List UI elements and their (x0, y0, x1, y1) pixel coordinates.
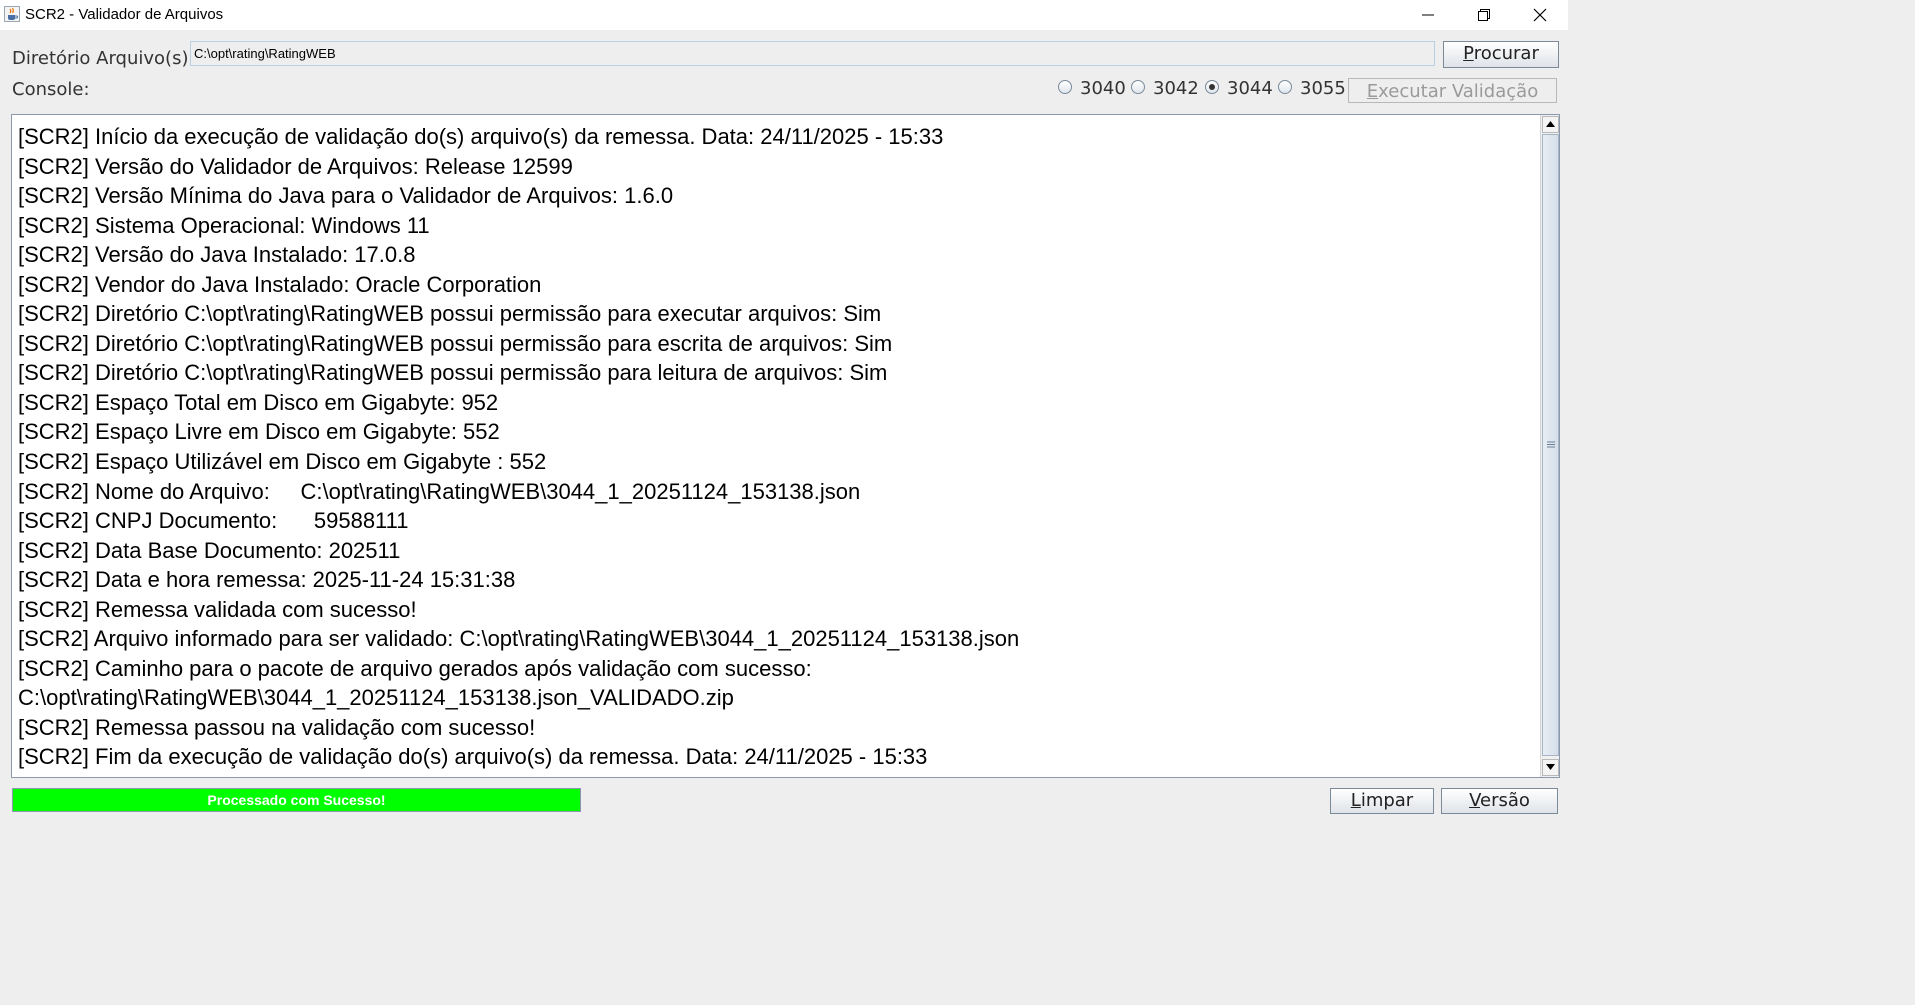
java-cup-icon (4, 6, 20, 22)
minimize-icon (1422, 14, 1434, 16)
execute-validation-button[interactable]: Executar Validação (1348, 78, 1557, 103)
close-icon (1533, 8, 1547, 22)
radio-circle (1205, 80, 1219, 94)
version-button-mnemonic: V (1469, 790, 1480, 811)
arrow-down-icon (1546, 764, 1555, 770)
clear-button[interactable]: Limpar (1330, 788, 1434, 814)
restore-icon (1478, 9, 1490, 21)
console-line: [SCR2] Remessa validada com sucesso! (18, 596, 417, 622)
console-line: [SCR2] Nome do Arquivo: C:\opt\rating\Ra… (18, 478, 861, 504)
radio-circle (1058, 80, 1072, 94)
console-line: [SCR2] Início da execução de validação d… (18, 124, 944, 149)
scroll-down-button[interactable] (1542, 759, 1559, 776)
console-line: [SCR2] CNPJ Documento: 59588111 (18, 508, 409, 534)
radio-3042-label: 3042 (1153, 78, 1199, 99)
console-output[interactable]: [SCR2] Início da execução de validação d… (11, 114, 1560, 778)
browse-button[interactable]: Procurar (1443, 41, 1559, 68)
radio-circle (1278, 80, 1292, 94)
console-line: [SCR2] Data Base Documento: 202511 (18, 537, 401, 563)
browse-button-label: rocurar (1473, 43, 1539, 64)
console-line: [SCR2] Caminho para o pacote de arquivo … (18, 655, 812, 681)
close-button[interactable] (1512, 0, 1568, 30)
clear-button-label: impar (1360, 790, 1414, 811)
arrow-up-icon (1546, 121, 1555, 127)
console-line: [SCR2] Versão do Java Instalado: 17.0.8 (18, 242, 416, 268)
radio-3044-label: 3044 (1227, 78, 1273, 99)
progress-text: Processado com Sucesso! (207, 792, 386, 808)
console-line: [SCR2] Diretório C:\opt\rating\RatingWEB… (18, 301, 882, 327)
scroll-thumb[interactable] (1542, 134, 1559, 756)
radio-3040-label: 3040 (1080, 78, 1126, 99)
execute-button-label: xecutar Validação (1378, 81, 1539, 102)
app-window: SCR2 - Validador de Arquivos Diretório A… (0, 0, 1568, 823)
clear-button-mnemonic: L (1350, 790, 1361, 811)
restore-button[interactable] (1456, 0, 1512, 30)
radio-3055-label: 3055 (1300, 78, 1346, 99)
radio-selected-dot (1209, 84, 1215, 90)
console-line: [SCR2] Fim da execução de validação do(s… (18, 744, 928, 770)
console-line: [SCR2] Arquivo informado para ser valida… (18, 626, 1020, 652)
console-line: [SCR2] Vendor do Java Instalado: Oracle … (18, 271, 542, 297)
console-label: Console: (12, 79, 90, 100)
execute-button-mnemonic: E (1366, 81, 1379, 102)
version-button-label: ersão (1480, 790, 1530, 811)
console-line: [SCR2] Sistema Operacional: Windows 11 (18, 212, 430, 238)
console-line: [SCR2] Versão do Validador de Arquivos: … (18, 153, 573, 179)
scroll-up-button[interactable] (1542, 116, 1559, 133)
browse-button-mnemonic: P (1463, 43, 1474, 64)
grip-icon (1547, 441, 1555, 448)
console-line: [SCR2] Espaço Livre em Disco em Gigabyte… (18, 419, 500, 445)
console-line: C:\opt\rating\RatingWEB\3044_1_20251124_… (18, 685, 734, 711)
title-bar[interactable]: SCR2 - Validador de Arquivos (0, 0, 1568, 30)
version-button[interactable]: Versão (1441, 788, 1558, 814)
directory-label: Diretório Arquivo(s): (12, 48, 195, 69)
window-title: SCR2 - Validador de Arquivos (25, 6, 224, 23)
console-line: [SCR2] Remessa passou na validação com s… (18, 714, 536, 740)
progress-bar: Processado com Sucesso! (12, 788, 581, 812)
console-line: [SCR2] Diretório C:\opt\rating\RatingWEB… (18, 360, 888, 386)
console-line: [SCR2] Data e hora remessa: 2025-11-24 1… (18, 567, 516, 593)
minimize-button[interactable] (1400, 0, 1456, 30)
radio-circle (1131, 80, 1145, 94)
console-line: [SCR2] Diretório C:\opt\rating\RatingWEB… (18, 330, 893, 356)
console-line: [SCR2] Espaço Utilizável em Disco em Gig… (18, 449, 547, 475)
console-lines: [SCR2] Início da execução de validação d… (18, 122, 1533, 772)
vertical-scrollbar[interactable] (1540, 115, 1559, 777)
console-line: [SCR2] Espaço Total em Disco em Gigabyte… (18, 389, 499, 415)
directory-input[interactable]: C:\opt\rating\RatingWEB (190, 41, 1435, 66)
console-line: [SCR2] Versão Mínima do Java para o Vali… (18, 183, 674, 209)
